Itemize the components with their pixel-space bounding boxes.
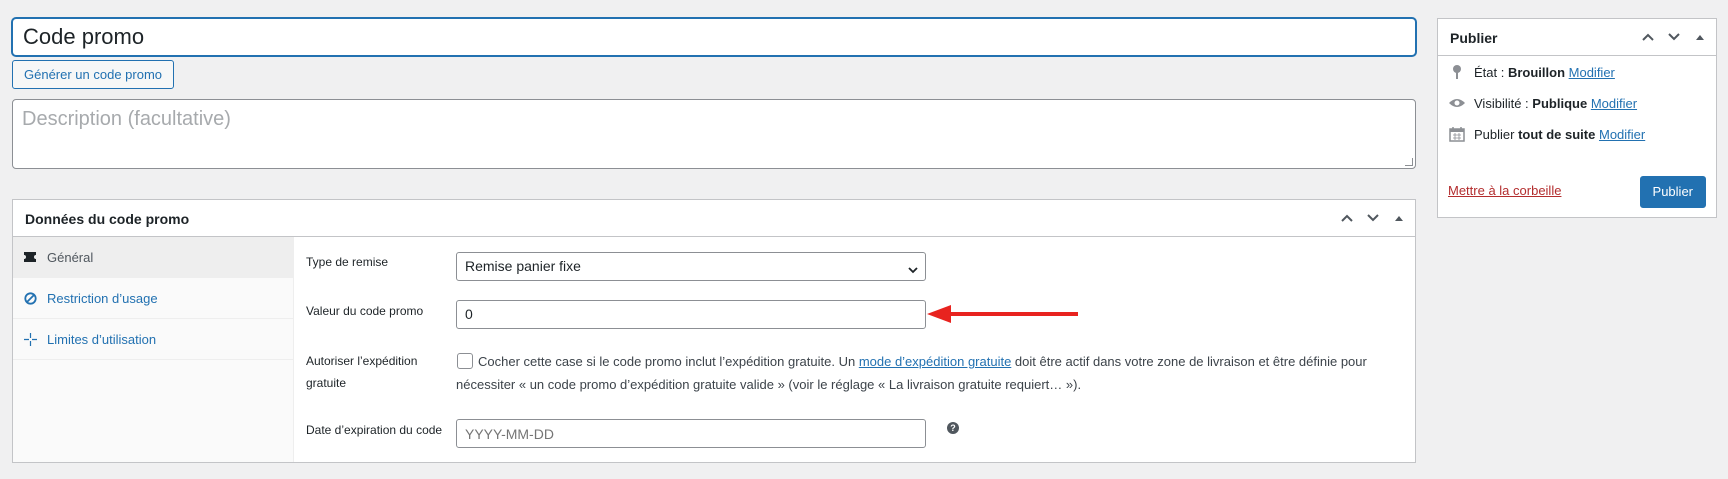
discount-type-value: Remise panier fixe — [465, 258, 581, 274]
status-label: État : — [1474, 64, 1508, 80]
status-text: État : Brouillon Modifier — [1474, 65, 1615, 80]
visibility-row: Visibilité : Publique Modifier — [1448, 94, 1637, 112]
edit-schedule-link[interactable]: Modifier — [1599, 127, 1645, 142]
description-textarea[interactable]: Description (facultative) — [12, 99, 1416, 169]
free-shipping-description: Cocher cette case si le code promo inclu… — [456, 350, 1416, 396]
publish-header: Publier — [1438, 19, 1716, 56]
move-to-trash-link[interactable]: Mettre à la corbeille — [1448, 183, 1561, 198]
tab-usage-restriction[interactable]: Restriction d’usage — [13, 278, 293, 319]
chevron-down-icon — [907, 259, 919, 286]
amount-label: Valeur du code promo — [306, 304, 424, 318]
coupon-tabs: Général Restriction d’usage Limites d’ut… — [13, 237, 294, 462]
edit-status-link[interactable]: Modifier — [1569, 65, 1615, 80]
eye-icon — [1448, 94, 1466, 112]
generate-coupon-button[interactable]: Générer un code promo — [12, 60, 175, 89]
status-value: Brouillon — [1507, 64, 1566, 80]
visibility-text: Visibilité : Publique Modifier — [1474, 96, 1637, 111]
visibility-label: Visibilité : — [1474, 95, 1533, 111]
general-form: Type de remise Remise panier fixe Valeur… — [294, 237, 1415, 462]
panel-title: Données du code promo — [25, 211, 190, 227]
tab-label: Limites d’utilisation — [47, 331, 157, 347]
block-icon — [23, 291, 37, 305]
discount-type-select[interactable]: Remise panier fixe — [456, 252, 926, 281]
panel-header: Données du code promo — [13, 200, 1415, 237]
collapse-toggle-icon[interactable] — [1690, 27, 1710, 47]
collapse-toggle-icon[interactable] — [1389, 208, 1409, 228]
crosshair-icon — [23, 332, 37, 346]
tab-label: Restriction d’usage — [47, 290, 158, 306]
pin-icon — [1448, 63, 1466, 81]
schedule-value: tout de suite — [1518, 126, 1596, 142]
free-shipping-text-before: Cocher cette case si le code promo inclu… — [478, 354, 859, 369]
expiry-date-input[interactable] — [456, 419, 926, 448]
schedule-text: Publier tout de suite Modifier — [1474, 127, 1645, 142]
move-up-icon[interactable] — [1638, 27, 1658, 47]
tab-usage-limits[interactable]: Limites d’utilisation — [13, 319, 293, 360]
publish-title: Publier — [1450, 30, 1498, 46]
tab-general[interactable]: Général — [13, 237, 293, 278]
expiry-label: Date d’expiration du code — [306, 423, 443, 437]
status-row: État : Brouillon Modifier — [1448, 63, 1615, 81]
tab-label: Général — [47, 249, 94, 265]
free-shipping-label: Autoriser l’expédition gratuite — [306, 354, 418, 390]
title-input[interactable]: Code promo — [12, 18, 1416, 56]
annotation-arrow-icon — [927, 305, 1078, 323]
move-down-icon[interactable] — [1664, 27, 1684, 47]
publish-button[interactable]: Publier — [1639, 176, 1706, 208]
schedule-row: Publier tout de suite Modifier — [1448, 125, 1645, 143]
publish-box: Publier État : Brouillon Modifier Visibi… — [1437, 18, 1717, 218]
discount-type-label: Type de remise — [306, 255, 389, 269]
description-placeholder: Description (facultative) — [22, 108, 231, 130]
calendar-icon — [1448, 125, 1466, 143]
move-down-icon[interactable] — [1363, 208, 1383, 228]
edit-visibility-link[interactable]: Modifier — [1591, 96, 1637, 111]
move-up-icon[interactable] — [1337, 208, 1357, 228]
resize-handle[interactable] — [1405, 158, 1413, 166]
ticket-icon — [23, 250, 37, 264]
free-shipping-method-link[interactable]: mode d’expédition gratuite — [859, 354, 1012, 369]
schedule-label: Publier — [1474, 126, 1519, 142]
visibility-value: Publique — [1532, 95, 1588, 111]
coupon-data-panel: Données du code promo Général Restrictio… — [12, 199, 1416, 463]
amount-input[interactable]: 0 — [456, 300, 926, 329]
help-icon[interactable]: ? — [947, 422, 959, 434]
